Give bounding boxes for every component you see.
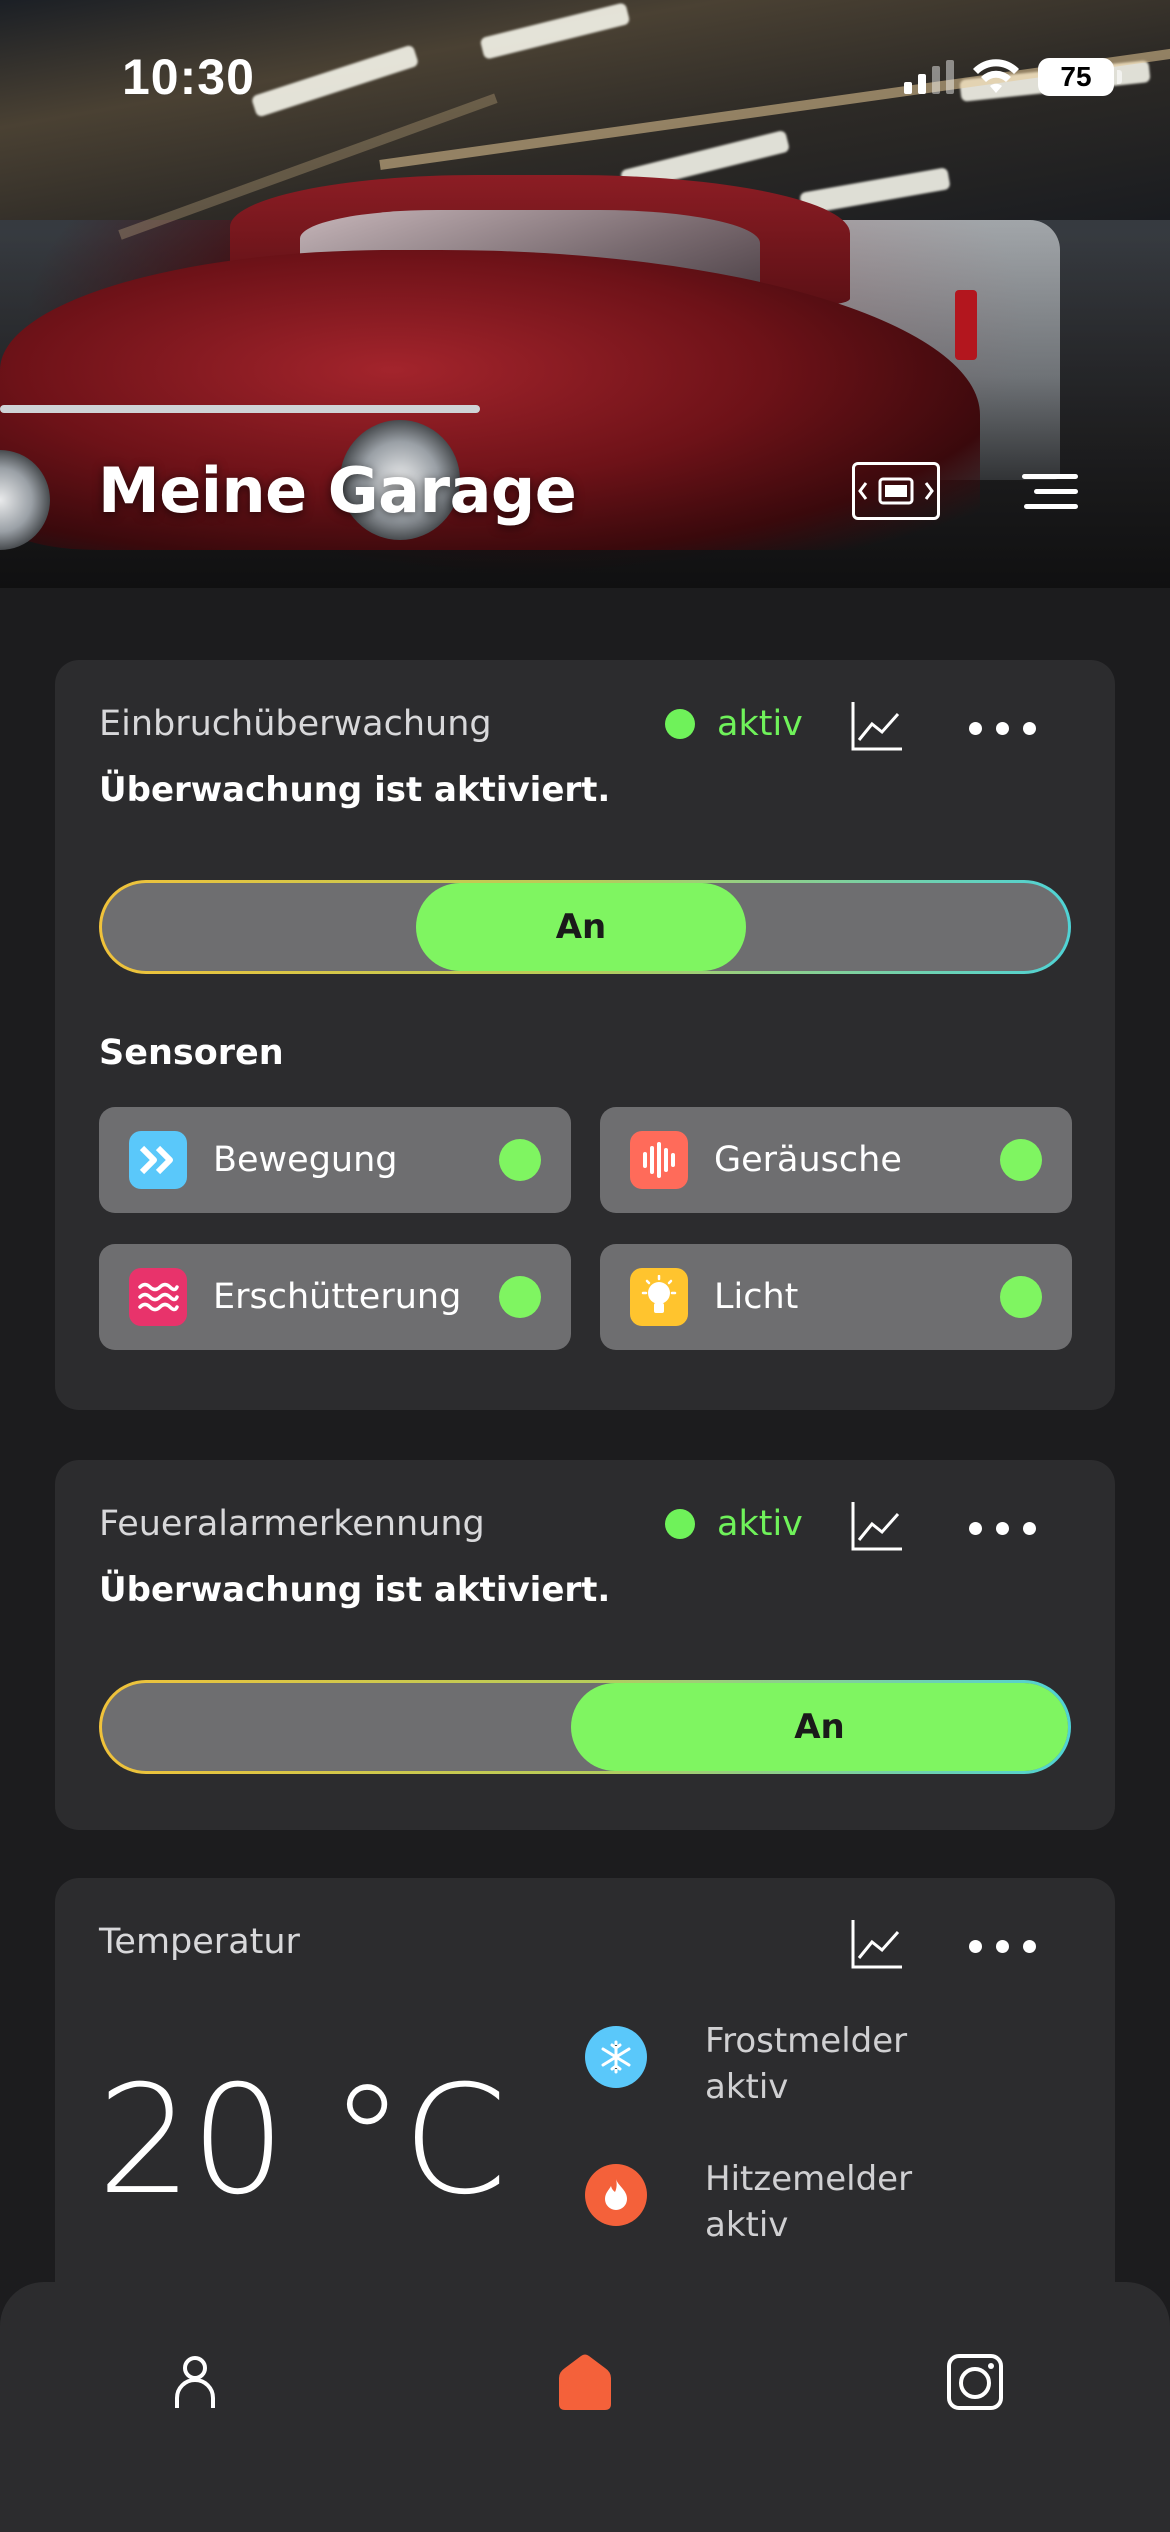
sensor-erschuetterung[interactable]: Erschütterung [99,1244,571,1350]
tab-camera[interactable] [935,2342,1015,2422]
fire-alarm-card: Feueralarmerkennung aktiv Überwachung is… [55,1460,1115,1830]
card-subtitle: Überwachung ist aktiviert. [99,770,611,810]
sensor-bewegung[interactable]: Bewegung [99,1107,571,1213]
line-chart-icon [851,1920,902,1969]
heat-detector: Hitzemelder aktiv [585,2156,912,2248]
sensor-label: Erschütterung [213,1277,462,1317]
tab-profile[interactable] [155,2342,235,2422]
status-indicator: aktiv [665,1504,803,1544]
vibration-waves-icon [129,1268,187,1326]
chart-button[interactable] [847,1916,907,1972]
card-subtitle: Überwachung ist aktiviert. [99,1570,611,1610]
status-icons: 75 [904,58,1122,96]
more-options-button[interactable] [969,718,1036,738]
card-title: Feueralarmerkennung [99,1504,485,1544]
frost-detector: Frostmelder aktiv [585,2018,907,2110]
toggle-knob: An [416,883,746,971]
status-time: 10:30 [122,49,255,105]
wifi-icon [972,59,1020,95]
sensor-status-dot [499,1276,541,1318]
battery-icon: 75 [1038,58,1122,96]
light-bulb-icon [630,1268,688,1326]
sensor-geraeusche[interactable]: Geräusche [600,1107,1072,1213]
snowflake-icon [585,2026,647,2088]
more-options-button[interactable] [969,1936,1036,1956]
sensor-label: Geräusche [714,1140,902,1180]
line-chart-icon [851,702,902,751]
sensor-label: Bewegung [213,1140,398,1180]
sensor-status-dot [499,1139,541,1181]
chart-button[interactable] [847,1498,907,1554]
card-title: Temperatur [99,1922,300,1962]
line-chart-icon [851,1502,902,1551]
camera-view-button[interactable] [852,462,940,520]
detector-name: Hitzemelder [705,2159,913,2199]
status-dot [665,709,695,739]
bottom-tab-bar [0,2282,1170,2532]
sensors-heading: Sensoren [99,1033,284,1073]
person-icon [175,2356,215,2408]
temperature-card: Temperatur 20 °C Frostmelder aktiv Hitze… [55,1878,1115,2338]
menu-button[interactable] [1012,462,1078,520]
page-title: Meine Garage [98,454,577,527]
tab-home[interactable] [545,2342,625,2422]
home-icon [559,2354,611,2410]
chart-button[interactable] [847,698,907,754]
status-indicator: aktiv [665,704,803,744]
fire-alarm-toggle[interactable]: An [99,1680,1071,1774]
card-title: Einbruchüberwachung [99,704,492,744]
camera-stream-icon [858,477,934,505]
forward-arrows-icon [129,1131,187,1189]
toggle-knob: An [571,1683,1068,1771]
sound-wave-icon [630,1131,688,1189]
cellular-signal-icon [904,60,954,94]
intrusion-card: Einbruchüberwachung aktiv Überwachung is… [55,660,1115,1410]
detector-state: aktiv [705,2205,789,2245]
status-label: aktiv [717,704,803,744]
sensor-licht[interactable]: Licht [600,1244,1072,1350]
flame-icon [585,2164,647,2226]
sensor-status-dot [1000,1276,1042,1318]
detector-name: Frostmelder [705,2021,908,2061]
temperature-value: 20 °C [97,2054,507,2228]
status-label: aktiv [717,1504,803,1544]
more-options-button[interactable] [969,1518,1036,1538]
status-dot [665,1509,695,1539]
intrusion-toggle[interactable]: An [99,880,1071,974]
sensor-label: Licht [714,1277,799,1317]
detector-state: aktiv [705,2067,789,2107]
sensor-status-dot [1000,1139,1042,1181]
camera-icon [947,2354,1003,2410]
